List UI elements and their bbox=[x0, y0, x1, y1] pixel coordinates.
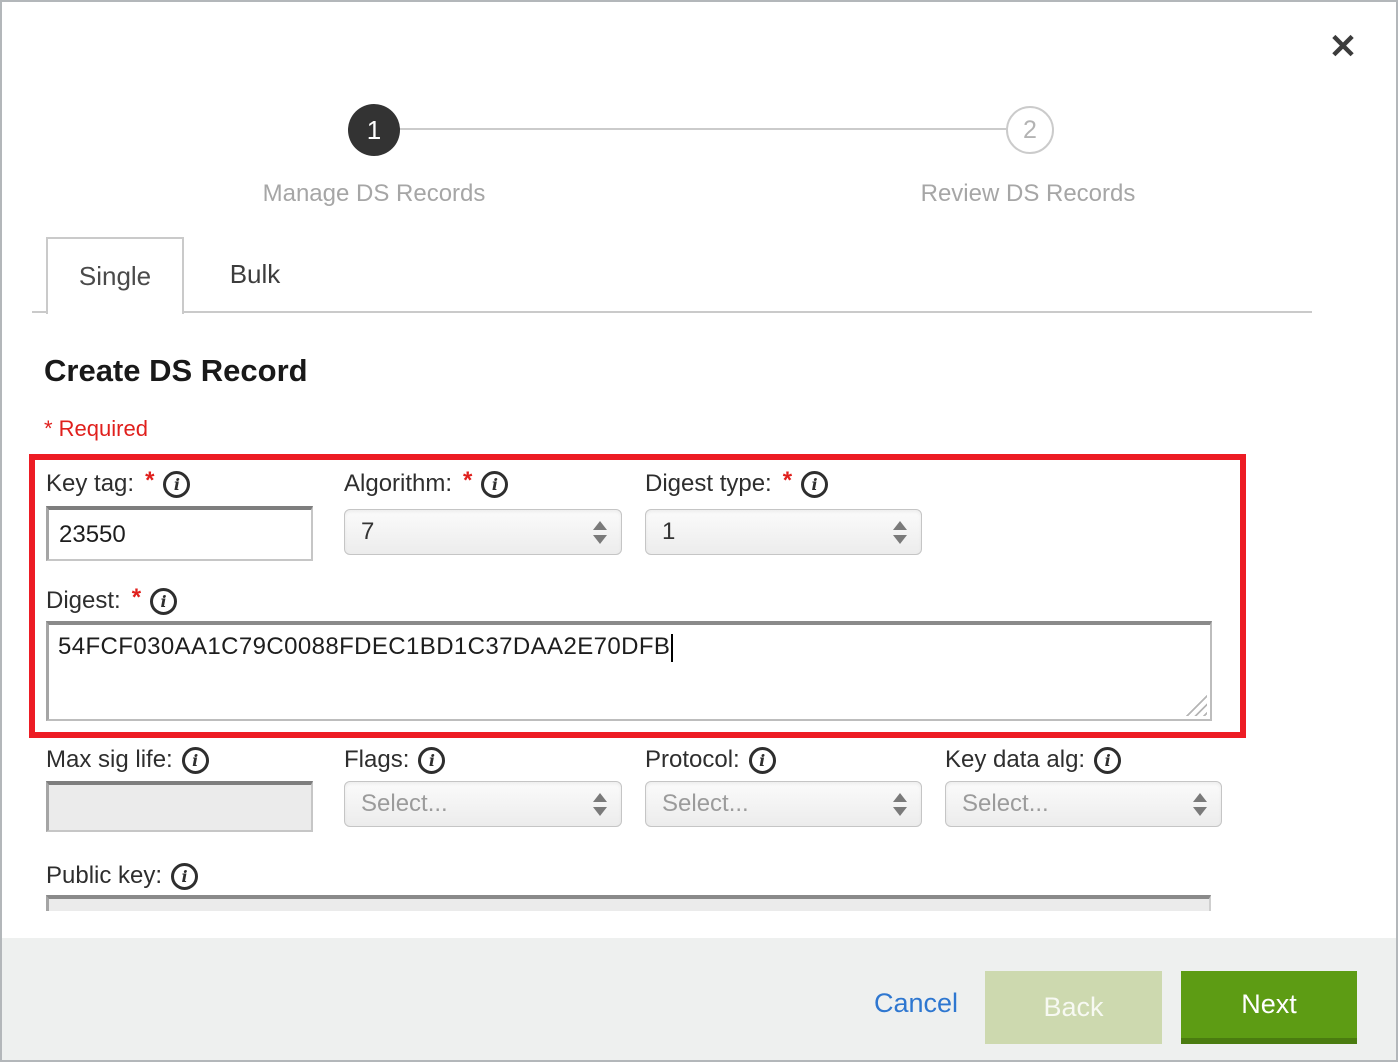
close-icon[interactable]: ✕ bbox=[1320, 24, 1366, 70]
step-2-circle: 2 bbox=[1006, 106, 1054, 154]
digest-type-label: Digest type: bbox=[645, 470, 772, 498]
algorithm-label-row: Algorithm: * i bbox=[344, 468, 508, 500]
algorithm-label: Algorithm: bbox=[344, 470, 452, 498]
digest-type-select[interactable]: 1 bbox=[645, 509, 922, 555]
text-cursor bbox=[671, 634, 673, 662]
step-1-circle: 1 bbox=[348, 104, 400, 156]
key-data-alg-label: Key data alg: bbox=[945, 746, 1085, 774]
info-icon[interactable]: i bbox=[481, 471, 508, 498]
protocol-select[interactable]: Select... bbox=[645, 781, 922, 827]
tab-strip-border bbox=[32, 311, 1312, 313]
select-arrows-icon bbox=[593, 793, 607, 816]
select-arrows-icon bbox=[1193, 793, 1207, 816]
public-key-textarea[interactable] bbox=[46, 895, 1211, 911]
flags-label: Flags: bbox=[344, 746, 409, 774]
max-sig-life-input[interactable] bbox=[46, 781, 313, 832]
public-key-label-row: Public key: i bbox=[46, 860, 198, 892]
digest-textarea[interactable]: 54FCF030AA1C79C0088FDEC1BD1C37DAA2E70DFB bbox=[46, 621, 1212, 721]
public-key-label: Public key: bbox=[46, 862, 162, 890]
page-title: Create DS Record bbox=[44, 353, 308, 389]
digest-label-row: Digest: * i bbox=[46, 585, 177, 617]
protocol-label: Protocol: bbox=[645, 746, 740, 774]
required-asterisk: * bbox=[145, 467, 154, 495]
info-icon[interactable]: i bbox=[182, 747, 209, 774]
required-asterisk: * bbox=[783, 467, 792, 495]
digest-label: Digest: bbox=[46, 587, 121, 615]
select-arrows-icon bbox=[593, 521, 607, 544]
digest-type-label-row: Digest type: * i bbox=[645, 468, 828, 500]
step-2-label: Review DS Records bbox=[898, 180, 1158, 208]
required-asterisk: * bbox=[132, 584, 141, 612]
key-tag-label-row: Key tag: * i bbox=[46, 468, 190, 500]
digest-value: 54FCF030AA1C79C0088FDEC1BD1C37DAA2E70DFB bbox=[58, 633, 670, 660]
algorithm-select-value: 7 bbox=[361, 518, 374, 546]
step-1-label: Manage DS Records bbox=[244, 180, 504, 208]
info-icon[interactable]: i bbox=[150, 588, 177, 615]
key-tag-label: Key tag: bbox=[46, 470, 134, 498]
digest-type-select-value: 1 bbox=[662, 518, 675, 546]
stepper-connector-line bbox=[374, 128, 1030, 130]
flags-select-placeholder: Select... bbox=[361, 790, 448, 818]
algorithm-select[interactable]: 7 bbox=[344, 509, 622, 555]
next-button[interactable]: Next bbox=[1181, 971, 1357, 1044]
select-arrows-icon bbox=[893, 521, 907, 544]
tab-bulk[interactable]: Bulk bbox=[184, 237, 326, 311]
resize-handle[interactable] bbox=[1185, 694, 1207, 716]
max-sig-life-label-row: Max sig life: i bbox=[46, 744, 209, 776]
required-note: * Required bbox=[44, 416, 148, 442]
max-sig-life-label: Max sig life: bbox=[46, 746, 173, 774]
info-icon[interactable]: i bbox=[801, 471, 828, 498]
back-button[interactable]: Back bbox=[985, 971, 1162, 1044]
flags-select[interactable]: Select... bbox=[344, 781, 622, 827]
select-arrows-icon bbox=[893, 793, 907, 816]
info-icon[interactable]: i bbox=[1094, 747, 1121, 774]
key-data-alg-label-row: Key data alg: i bbox=[945, 744, 1121, 776]
key-data-alg-select-placeholder: Select... bbox=[962, 790, 1049, 818]
key-data-alg-select[interactable]: Select... bbox=[945, 781, 1222, 827]
tab-single[interactable]: Single bbox=[46, 237, 184, 314]
info-icon[interactable]: i bbox=[163, 471, 190, 498]
info-icon[interactable]: i bbox=[171, 863, 198, 890]
create-ds-record-modal: ✕ 1 2 Manage DS Records Review DS Record… bbox=[0, 0, 1398, 1062]
key-tag-input[interactable] bbox=[46, 506, 313, 561]
info-icon[interactable]: i bbox=[749, 747, 776, 774]
protocol-label-row: Protocol: i bbox=[645, 744, 776, 776]
flags-label-row: Flags: i bbox=[344, 744, 445, 776]
required-asterisk: * bbox=[463, 467, 472, 495]
protocol-select-placeholder: Select... bbox=[662, 790, 749, 818]
cancel-button[interactable]: Cancel bbox=[874, 988, 958, 1019]
info-icon[interactable]: i bbox=[418, 747, 445, 774]
